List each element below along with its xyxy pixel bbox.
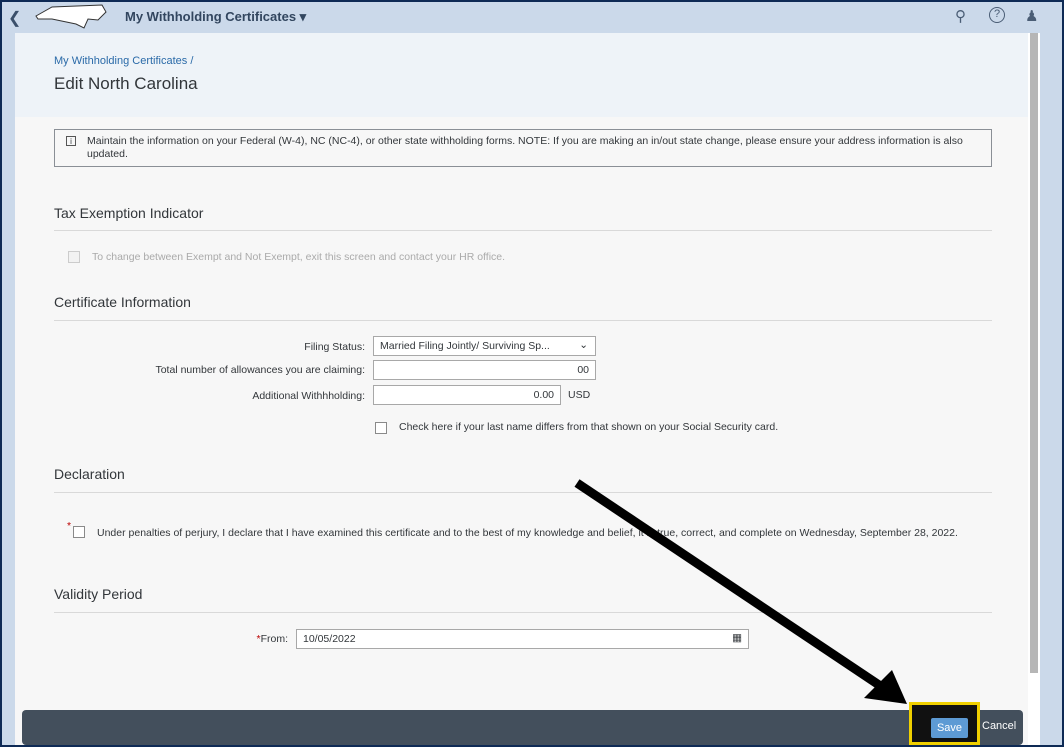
annotation-arrow bbox=[574, 479, 907, 704]
window: ❮ My Withholding Certificates ▾ ⚲ ? ♟ My… bbox=[2, 2, 1062, 745]
